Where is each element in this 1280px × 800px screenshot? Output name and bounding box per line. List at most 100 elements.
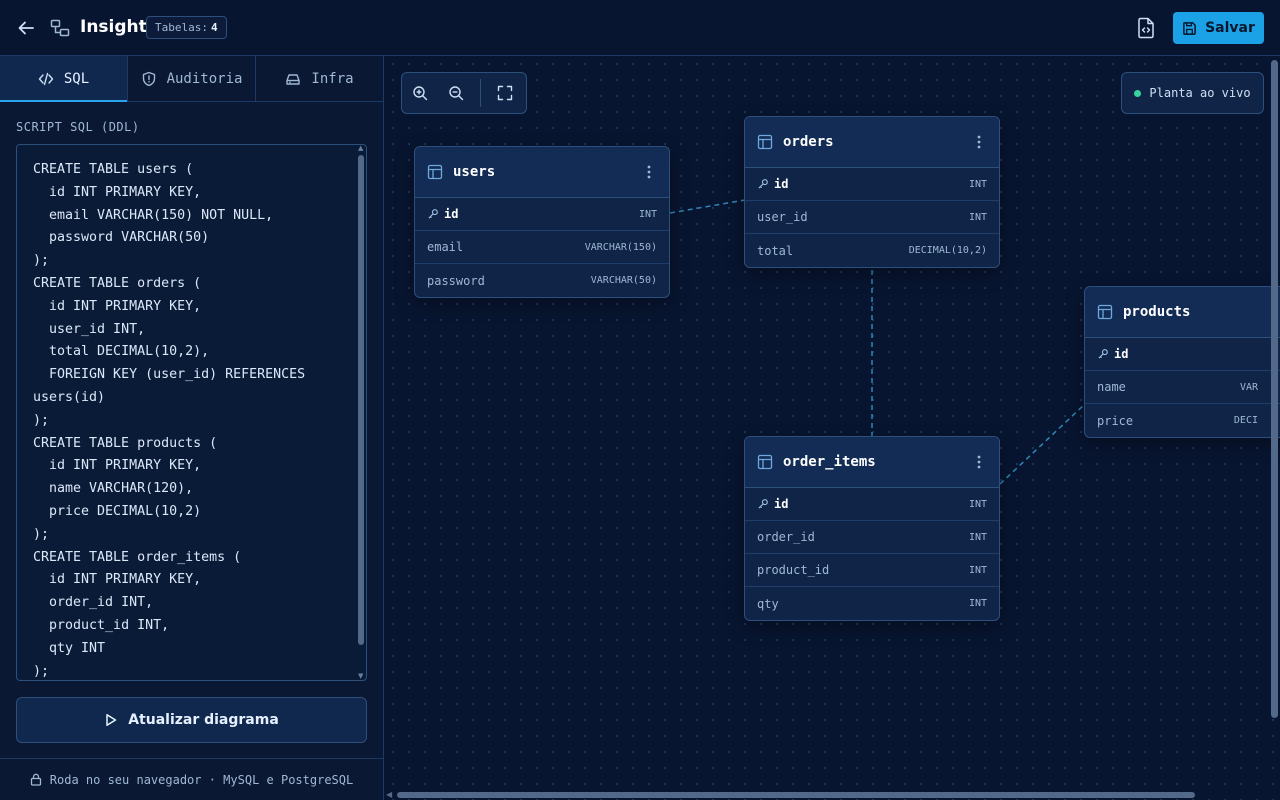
column-row: id INT — [415, 198, 669, 231]
tab-infra[interactable]: Infra — [256, 56, 383, 101]
column-name: password — [427, 273, 485, 288]
table-header: products — [1085, 287, 1280, 338]
zoom-divider — [480, 79, 481, 107]
zoom-out-button[interactable] — [438, 75, 474, 111]
table-header: order_items — [745, 437, 999, 488]
table-name: orders — [783, 134, 834, 150]
column-type: INT — [968, 564, 987, 576]
canvas-vertical-scrollbar[interactable] — [1271, 60, 1278, 718]
save-button[interactable]: Salvar — [1173, 12, 1264, 44]
zoom-controls — [401, 72, 527, 114]
footer-text: Roda no seu navegador · MySQL e PostgreS… — [49, 772, 354, 787]
sidebar-tabs: SQL Auditoria Infra — [0, 56, 383, 102]
zoom-in-button[interactable] — [402, 75, 438, 111]
column-row: total DECIMAL(10,2) — [745, 234, 999, 267]
table-icon — [757, 134, 773, 150]
table-icon — [757, 454, 773, 470]
canvas-horizontal-scrollbar[interactable] — [397, 792, 1195, 798]
more-vertical-icon[interactable] — [971, 134, 987, 150]
code-icon — [38, 72, 54, 85]
tables-count-label: Tabelas: — [155, 21, 208, 34]
column-row: qty INT — [745, 587, 999, 620]
key-icon — [757, 178, 769, 190]
scroll-left-icon[interactable]: ◀ — [386, 790, 392, 799]
column-row: id INT — [745, 488, 999, 521]
table-icon — [1097, 304, 1113, 320]
scroll-up-icon[interactable]: ▲ — [358, 145, 364, 152]
column-type: INT — [968, 178, 987, 190]
editor-scrollbar-thumb[interactable] — [358, 155, 364, 645]
logo-icon — [50, 18, 70, 38]
column-row: id INT — [745, 168, 999, 201]
table-name: products — [1123, 304, 1191, 320]
sidebar-footer: Roda no seu navegador · MySQL e PostgreS… — [0, 758, 383, 800]
save-label: Salvar — [1205, 20, 1255, 36]
table-header: users — [415, 147, 669, 198]
file-code-icon — [1138, 17, 1154, 39]
fullscreen-icon — [497, 85, 513, 101]
column-name: email — [427, 240, 464, 254]
sidebar: SQL Auditoria Infra SCRIPT SQL (DDL) CRE… — [0, 56, 384, 800]
link-order-items-products — [999, 403, 1086, 485]
zoom-in-icon — [413, 86, 428, 101]
table-products[interactable]: products id name VAR price DECI — [1084, 286, 1280, 438]
editor-scrollbar[interactable] — [358, 155, 364, 653]
back-button[interactable] — [14, 16, 38, 40]
arrow-left-icon — [18, 21, 34, 35]
live-status-label: Planta ao vivo — [1149, 86, 1251, 100]
update-diagram-button[interactable]: Atualizar diagrama — [16, 697, 367, 743]
more-vertical-icon[interactable] — [641, 164, 657, 180]
column-row: order_id INT — [745, 521, 999, 554]
column-type: INT — [968, 598, 987, 609]
save-icon — [1183, 21, 1196, 35]
table-order-items[interactable]: order_items id INT order_id INT product_id… — [744, 436, 1000, 621]
column-row: user_id INT — [745, 201, 999, 234]
column-name: name — [1097, 380, 1126, 394]
tab-auditoria[interactable]: Auditoria — [128, 56, 256, 101]
diagram-canvas[interactable]: users id INT email VARCHAR(150) password VA… — [385, 56, 1280, 800]
table-orders[interactable]: orders id INT user_id INT total DECIMAL(10,… — [744, 116, 1000, 268]
lock-icon — [30, 773, 41, 786]
tab-sql-label: SQL — [63, 70, 90, 87]
column-name: total — [757, 243, 794, 258]
column-row: password VARCHAR(50) — [415, 264, 669, 297]
table-icon — [427, 164, 443, 180]
table-users[interactable]: users id INT email VARCHAR(150) password VA… — [414, 146, 670, 298]
link-users-orders — [669, 199, 746, 214]
tab-sql[interactable]: SQL — [0, 56, 128, 102]
column-type: DECIMAL(10,2) — [908, 245, 987, 256]
column-name: qty — [757, 596, 779, 611]
tables-count-value: 4 — [210, 21, 218, 34]
tab-infra-label: Infra — [311, 70, 354, 87]
live-indicator-icon — [1134, 89, 1142, 97]
column-row: id — [1085, 338, 1280, 371]
play-icon — [106, 714, 117, 726]
scroll-down-icon[interactable]: ▼ — [358, 673, 364, 680]
tab-auditoria-label: Auditoria — [166, 70, 243, 87]
more-vertical-icon[interactable] — [971, 454, 987, 470]
table-name: order_items — [783, 454, 876, 470]
table-name: users — [453, 164, 496, 180]
table-header: orders — [745, 117, 999, 168]
column-name: id — [774, 177, 789, 191]
app-title: Insight — [80, 17, 147, 37]
zoom-out-icon — [449, 86, 464, 101]
column-row: name VAR — [1085, 371, 1280, 404]
key-icon — [1097, 348, 1109, 360]
sql-editor[interactable]: CREATE TABLE users ( id INT PRIMARY KEY,… — [16, 144, 367, 681]
column-name: product_id — [757, 563, 830, 577]
fit-screen-button[interactable] — [487, 75, 523, 111]
column-row: email VARCHAR(150) — [415, 231, 669, 264]
column-type: INT — [968, 498, 987, 510]
column-name: order_id — [757, 530, 815, 544]
column-name: price — [1097, 413, 1134, 428]
shield-icon — [142, 71, 155, 86]
key-icon — [427, 208, 439, 220]
sql-script-text[interactable]: CREATE TABLE users ( id INT PRIMARY KEY,… — [33, 159, 352, 680]
export-code-button[interactable] — [1132, 14, 1160, 42]
column-name: id — [774, 497, 789, 511]
server-icon — [286, 73, 301, 85]
column-name: user_id — [757, 210, 808, 224]
column-type: VARCHAR(50) — [590, 275, 657, 286]
column-type: INT — [968, 211, 987, 223]
